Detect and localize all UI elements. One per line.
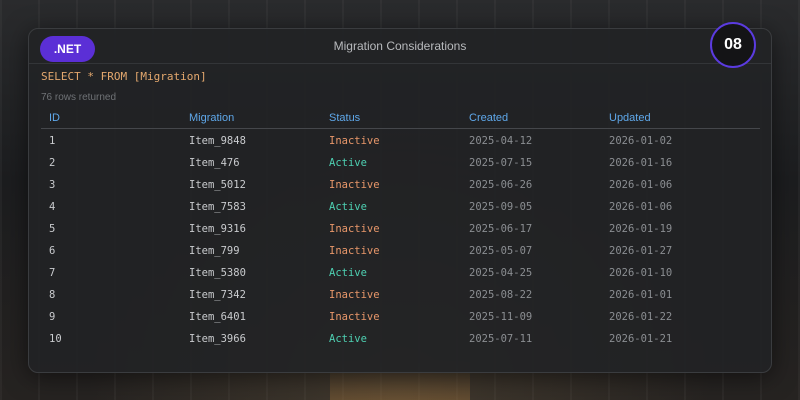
column-header-id[interactable]: ID — [49, 112, 60, 124]
cell-migration: Item_9316 — [189, 223, 246, 235]
sql-query: SELECT * FROM [Migration] — [41, 70, 207, 83]
cell-created: 2025-05-07 — [469, 245, 533, 257]
cell-id: 8 — [49, 289, 56, 301]
cell-id: 6 — [49, 245, 56, 257]
table-row[interactable]: 7 Item_5380 Active 2025-04-25 2026-01-10 — [41, 261, 760, 283]
cell-status: Active — [329, 333, 367, 345]
cell-updated: 2026-01-02 — [609, 135, 673, 147]
cell-migration: Item_5380 — [189, 267, 246, 279]
cell-migration: Item_7583 — [189, 201, 246, 213]
cell-id: 1 — [49, 135, 56, 147]
column-header-migration[interactable]: Migration — [189, 112, 234, 124]
cell-created: 2025-11-09 — [469, 311, 533, 323]
cell-status: Inactive — [329, 223, 380, 235]
table-row[interactable]: 8 Item_7342 Inactive 2025-08-22 2026-01-… — [41, 283, 760, 305]
cell-id: 4 — [49, 201, 56, 213]
table-row[interactable]: 5 Item_9316 Inactive 2025-06-17 2026-01-… — [41, 217, 760, 239]
cell-created: 2025-07-11 — [469, 333, 533, 345]
table-row[interactable]: 1 Item_9848 Inactive 2025-04-12 2026-01-… — [41, 129, 760, 151]
cell-status: Inactive — [329, 311, 380, 323]
column-header-created[interactable]: Created — [469, 112, 508, 124]
cell-id: 5 — [49, 223, 56, 235]
cell-status: Active — [329, 201, 367, 213]
cell-updated: 2026-01-06 — [609, 179, 673, 191]
cell-updated: 2026-01-21 — [609, 333, 673, 345]
cell-status: Active — [329, 267, 367, 279]
table-header: ID Migration Status Created Updated — [41, 109, 760, 129]
cell-created: 2025-08-22 — [469, 289, 533, 301]
table-row[interactable]: 2 Item_476 Active 2025-07-15 2026-01-16 — [41, 151, 760, 173]
cell-status: Inactive — [329, 289, 380, 301]
slide-number-badge: 08 — [710, 22, 756, 68]
cell-created: 2025-09-05 — [469, 201, 533, 213]
cell-id: 10 — [49, 333, 62, 345]
cell-migration: Item_6401 — [189, 311, 246, 323]
cell-updated: 2026-01-22 — [609, 311, 673, 323]
cell-migration: Item_9848 — [189, 135, 246, 147]
cell-updated: 2026-01-06 — [609, 201, 673, 213]
cell-created: 2025-06-26 — [469, 179, 533, 191]
column-header-updated[interactable]: Updated — [609, 112, 651, 124]
cell-id: 3 — [49, 179, 56, 191]
table-row[interactable]: 6 Item_799 Inactive 2025-05-07 2026-01-2… — [41, 239, 760, 261]
cell-updated: 2026-01-16 — [609, 157, 673, 169]
cell-status: Inactive — [329, 245, 380, 257]
cell-updated: 2026-01-01 — [609, 289, 673, 301]
cell-id: 9 — [49, 311, 56, 323]
cell-migration: Item_5012 — [189, 179, 246, 191]
cell-updated: 2026-01-27 — [609, 245, 673, 257]
table-row[interactable]: 9 Item_6401 Inactive 2025-11-09 2026-01-… — [41, 305, 760, 327]
column-header-status[interactable]: Status — [329, 112, 360, 124]
query-result-panel: .NET Migration Considerations 08 SELECT … — [28, 22, 772, 373]
cell-status: Inactive — [329, 179, 380, 191]
cell-id: 7 — [49, 267, 56, 279]
cell-migration: Item_3966 — [189, 333, 246, 345]
cell-migration: Item_7342 — [189, 289, 246, 301]
cell-migration: Item_799 — [189, 245, 240, 257]
cell-updated: 2026-01-10 — [609, 267, 673, 279]
results-table: ID Migration Status Created Updated 1 It… — [41, 109, 760, 349]
cell-migration: Item_476 — [189, 157, 240, 169]
cell-created: 2025-07-15 — [469, 157, 533, 169]
page-title: Migration Considerations — [333, 39, 467, 53]
cell-created: 2025-04-12 — [469, 135, 533, 147]
table-row[interactable]: 4 Item_7583 Active 2025-09-05 2026-01-06 — [41, 195, 760, 217]
cell-created: 2025-04-25 — [469, 267, 533, 279]
cell-created: 2025-06-17 — [469, 223, 533, 235]
table-row[interactable]: 3 Item_5012 Inactive 2025-06-26 2026-01-… — [41, 173, 760, 195]
cell-status: Inactive — [329, 135, 380, 147]
rows-returned-count: 76 rows returned — [41, 92, 117, 103]
cell-updated: 2026-01-19 — [609, 223, 673, 235]
cell-status: Active — [329, 157, 367, 169]
table-row[interactable]: 10 Item_3966 Active 2025-07-11 2026-01-2… — [41, 327, 760, 349]
panel-header: .NET Migration Considerations 08 — [29, 22, 771, 68]
cell-id: 2 — [49, 157, 56, 169]
